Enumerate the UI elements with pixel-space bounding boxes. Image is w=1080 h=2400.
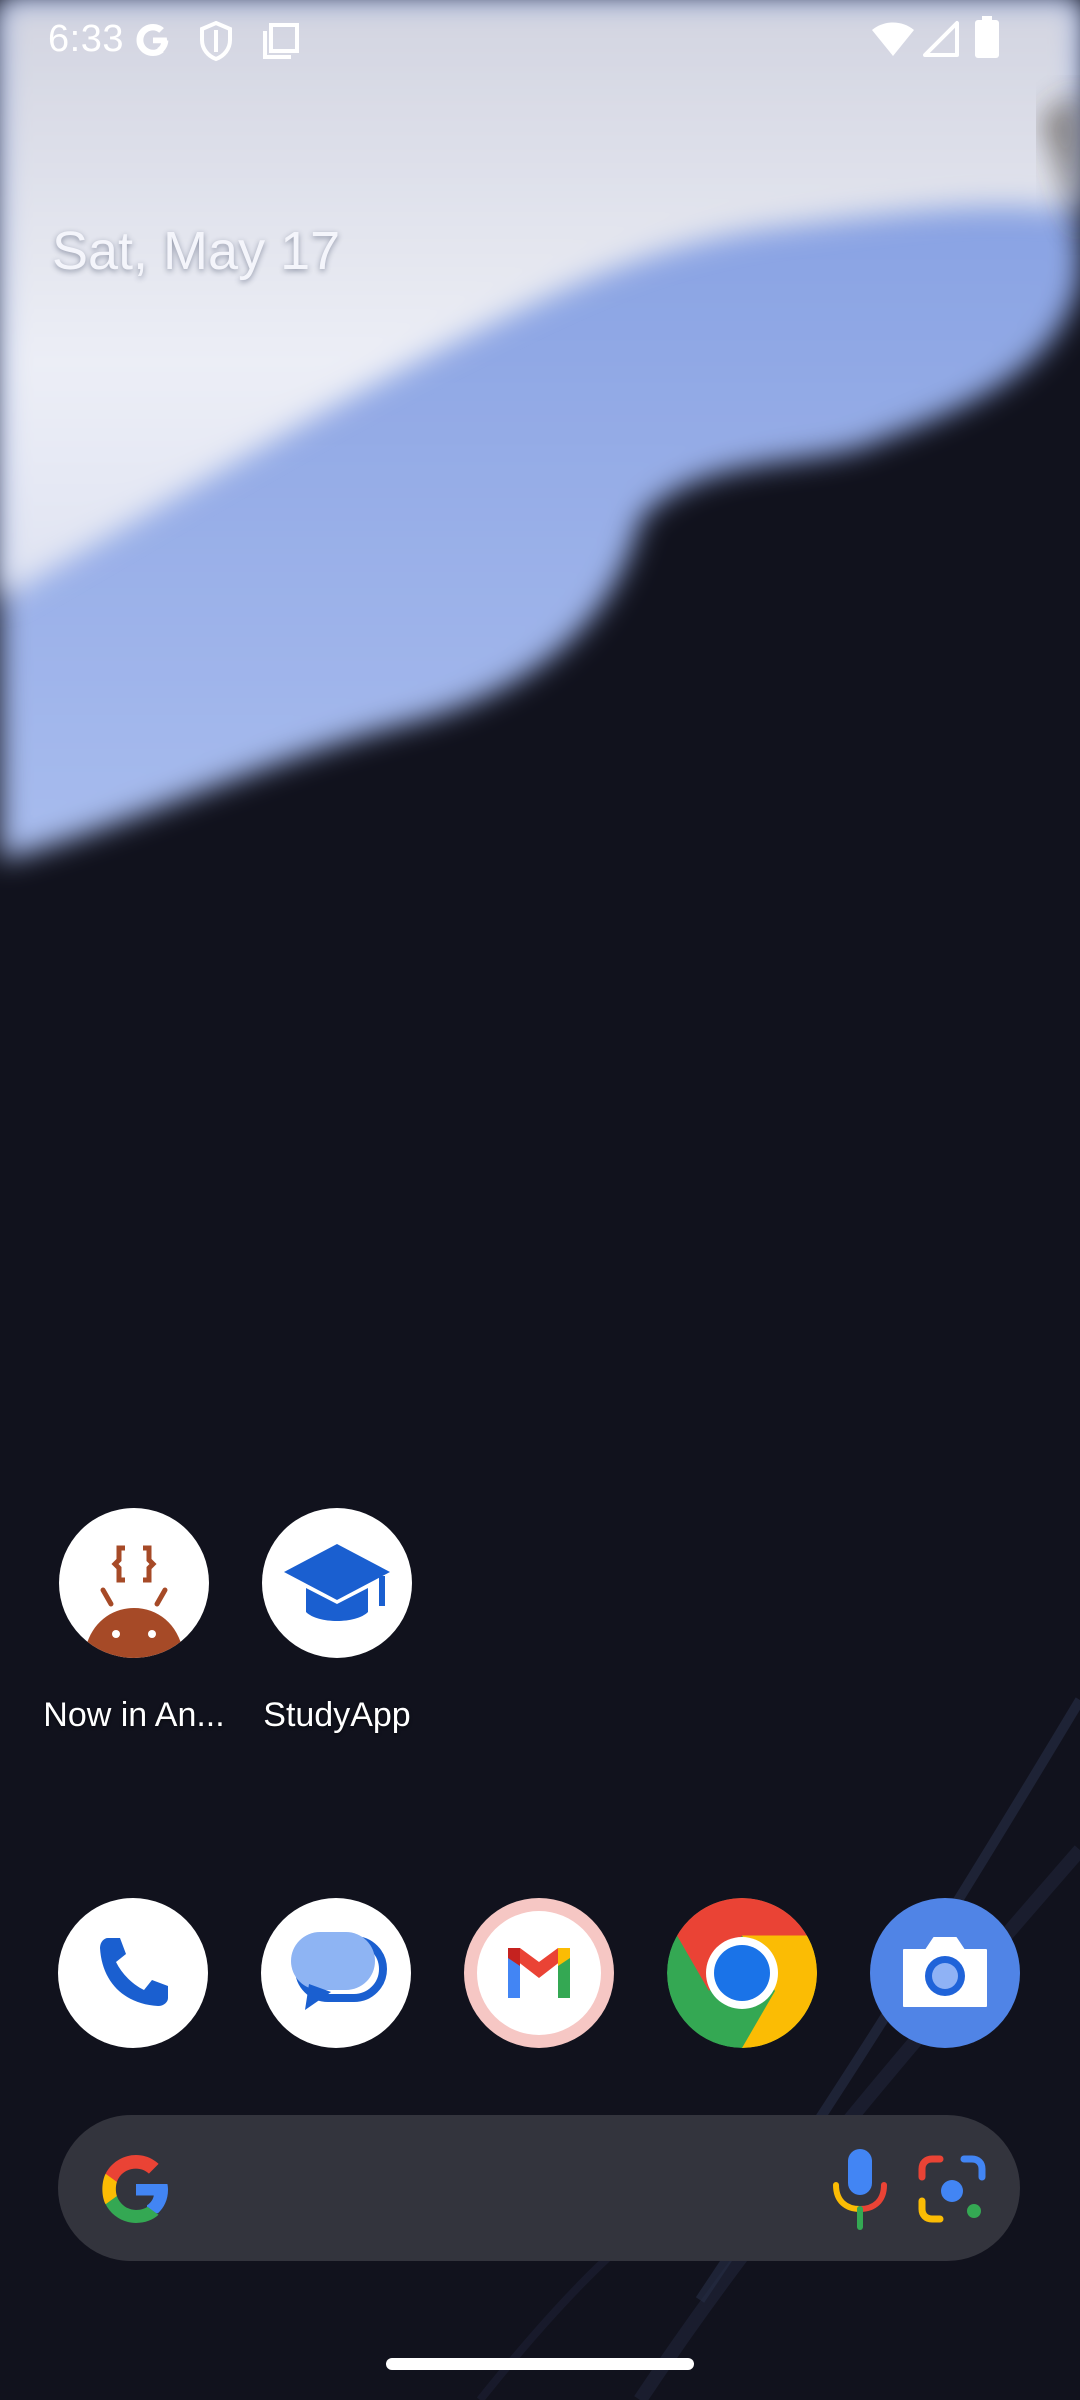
signal-icon — [923, 21, 959, 57]
status-time: 6:33 — [48, 18, 124, 60]
now-in-android-icon — [59, 1508, 209, 1658]
phone-icon[interactable] — [58, 1898, 208, 2048]
chrome-icon[interactable] — [667, 1898, 817, 2048]
app-studyapp[interactable]: StudyApp — [237, 1508, 437, 1735]
wifi-icon — [872, 22, 914, 56]
google-icon — [136, 24, 169, 56]
google-g-icon — [102, 2155, 168, 2223]
app-label: StudyApp — [263, 1696, 411, 1734]
camera-icon[interactable] — [870, 1898, 1020, 2048]
app-now-in-android[interactable]: Now in An... — [34, 1508, 234, 1735]
nav-gesture-handle[interactable] — [386, 2358, 694, 2370]
messages-icon[interactable] — [261, 1898, 411, 2048]
app-label: Now in An... — [43, 1696, 225, 1734]
shield-icon — [200, 20, 232, 62]
status-bar: 6:33 — [0, 0, 1080, 80]
gmail-icon[interactable] — [464, 1898, 614, 2048]
screenshot-icon — [263, 23, 299, 59]
lens-icon[interactable] — [916, 2153, 988, 2225]
search-bar[interactable] — [58, 2115, 1020, 2261]
battery-icon — [975, 16, 999, 58]
date-widget[interactable]: Sat, May 17 — [52, 220, 340, 282]
mic-icon[interactable] — [828, 2147, 892, 2231]
graduation-cap-icon — [262, 1508, 412, 1658]
